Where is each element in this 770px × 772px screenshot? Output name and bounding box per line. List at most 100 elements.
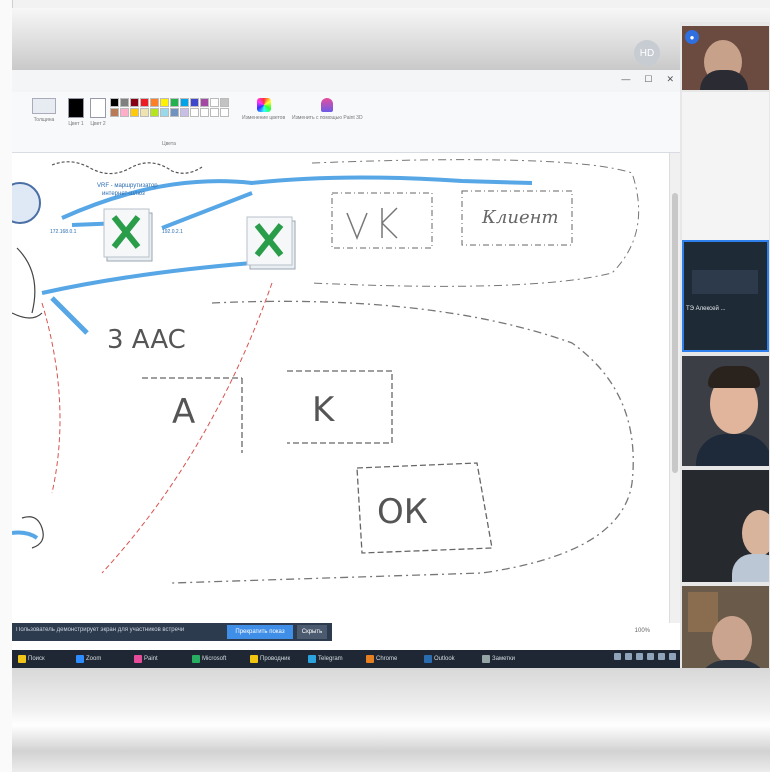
- palette-swatch[interactable]: [150, 98, 159, 107]
- globe-icon: [12, 182, 41, 224]
- paint-ribbon: Толщина Цвет 1 Цвет 2 Цвета Изменение цв…: [12, 92, 680, 153]
- palette-swatch[interactable]: [200, 108, 209, 117]
- taskbar-label: Telegram: [318, 656, 343, 662]
- palette-swatch[interactable]: [200, 98, 209, 107]
- paint-canvas[interactable]: VRF - маршрутизатор интернет-шлюз 172.16…: [12, 153, 670, 623]
- taskbar-item[interactable]: Paint: [134, 653, 158, 665]
- close-icon[interactable]: ✕: [666, 74, 674, 85]
- paint3d-button[interactable]: Изменить с помощью Paint 3D: [292, 98, 363, 121]
- taskbar-label: Zoom: [86, 656, 102, 662]
- scribble-top: [51, 161, 203, 175]
- minimize-icon[interactable]: —: [621, 74, 630, 85]
- palette-swatch[interactable]: [130, 98, 139, 107]
- shared-screen[interactable]: — ☐ ✕ Толщина Цвет 1 Цвет 2 Цвета Измене…: [12, 70, 680, 668]
- app-icon: [76, 655, 84, 663]
- taskbar-label: Заметки: [492, 656, 515, 662]
- taskbar-item[interactable]: Zoom: [76, 653, 101, 665]
- taskbar-label: Microsoft: [202, 656, 227, 662]
- client-note: Клиент: [481, 207, 559, 228]
- participant-strip: ● ТЭ Алексей ...: [680, 22, 770, 698]
- palette-swatch[interactable]: [120, 98, 129, 107]
- meeting-top-band: HD: [12, 8, 770, 70]
- palette-swatch[interactable]: [140, 108, 149, 117]
- share-notification: Пользователь демонстрирует экран для уча…: [12, 623, 332, 641]
- whiteboard-diagram: VRF - маршрутизатор интернет-шлюз 172.16…: [12, 159, 640, 584]
- maximize-icon[interactable]: ☐: [644, 74, 652, 85]
- palette-swatch[interactable]: [210, 108, 219, 117]
- scroll-thumb[interactable]: [672, 193, 678, 473]
- participant-spacer: [682, 92, 769, 242]
- palette-swatch[interactable]: [110, 98, 119, 107]
- participant-face: [742, 510, 769, 556]
- switch-left-icon: [103, 208, 153, 262]
- palette-swatch[interactable]: [150, 108, 159, 117]
- color2-tool[interactable]: Цвет 2: [90, 98, 106, 127]
- scribble-box: [346, 207, 398, 241]
- palette-swatch[interactable]: [190, 98, 199, 107]
- taskbar-item[interactable]: Telegram: [308, 653, 343, 665]
- size-tool[interactable]: Толщина: [32, 98, 56, 123]
- app-icon: [308, 655, 316, 663]
- palette-swatch[interactable]: [180, 108, 189, 117]
- palette-swatch[interactable]: [160, 108, 169, 117]
- palette-swatch[interactable]: [180, 98, 189, 107]
- scribble-left: [12, 247, 43, 319]
- palette-swatch[interactable]: [130, 108, 139, 117]
- link-bottom: [41, 261, 253, 295]
- palette-swatch[interactable]: [170, 108, 179, 117]
- link-diag: [50, 296, 89, 335]
- outline-main: [171, 300, 634, 584]
- paint3d-icon: [321, 98, 334, 112]
- taskbar-item[interactable]: Chrome: [366, 653, 397, 665]
- palette-swatch[interactable]: [170, 98, 179, 107]
- participant-tile-4[interactable]: [682, 470, 769, 582]
- taskbar-item[interactable]: Outlook: [424, 653, 455, 665]
- taskbar-item[interactable]: Microsoft: [192, 653, 226, 665]
- participant-body: [732, 554, 769, 582]
- edit-colors-button[interactable]: Изменение цветов: [242, 98, 285, 121]
- color1-label: Цвет 1: [68, 121, 84, 127]
- zoom-level: 100%: [634, 628, 650, 634]
- router-label: VRF - маршрутизатор: [97, 183, 158, 189]
- palette-swatch[interactable]: [160, 98, 169, 107]
- color2-label: Цвет 2: [90, 121, 106, 127]
- hd-badge-icon[interactable]: HD: [634, 40, 660, 66]
- participant-hair: [708, 366, 760, 388]
- palette-swatch[interactable]: [110, 108, 119, 117]
- hide-button[interactable]: Скрыть: [297, 625, 327, 639]
- palette-swatch[interactable]: [220, 98, 229, 107]
- palette-swatch[interactable]: [140, 98, 149, 107]
- palette-swatch[interactable]: [190, 108, 199, 117]
- color1-tool[interactable]: Цвет 1: [68, 98, 84, 127]
- participant-tile-1[interactable]: ●: [682, 26, 769, 90]
- taskbar-label: Проводник: [260, 656, 291, 662]
- link-mid: [161, 191, 253, 230]
- canvas-scrollbar[interactable]: [669, 153, 680, 623]
- system-tray: [614, 653, 676, 660]
- a-note: A: [172, 392, 195, 432]
- colors-group-label: Цвета: [162, 141, 176, 147]
- app-icon: [424, 655, 432, 663]
- stop-share-button[interactable]: Прекратить показ: [227, 625, 293, 639]
- palette-swatch[interactable]: [220, 108, 229, 117]
- app-icon: [192, 655, 200, 663]
- participant-tile-3[interactable]: [682, 356, 769, 466]
- box-k: [287, 370, 393, 444]
- taskbar-item[interactable]: Проводник: [250, 653, 290, 665]
- taskbar-label: Outlook: [434, 656, 455, 662]
- ip-right-label: 192.0.2.1: [162, 229, 183, 235]
- taskbar-item[interactable]: Заметки: [482, 653, 515, 665]
- bookshelf: [688, 592, 718, 632]
- participant-body: [700, 70, 748, 90]
- ok-note: ОК: [377, 492, 428, 532]
- taskbar-item[interactable]: Поиск: [18, 653, 45, 665]
- color-wheel-icon: [256, 98, 271, 112]
- screen-share-highlight: [682, 240, 769, 352]
- app-icon: [250, 655, 258, 663]
- line-size-icon: [32, 98, 56, 114]
- palette-swatch[interactable]: [210, 98, 219, 107]
- k-note: K: [312, 390, 336, 430]
- link-corner: [12, 530, 39, 540]
- participant-tile-2[interactable]: ТЭ Алексей ...: [682, 240, 769, 352]
- palette-swatch[interactable]: [120, 108, 129, 117]
